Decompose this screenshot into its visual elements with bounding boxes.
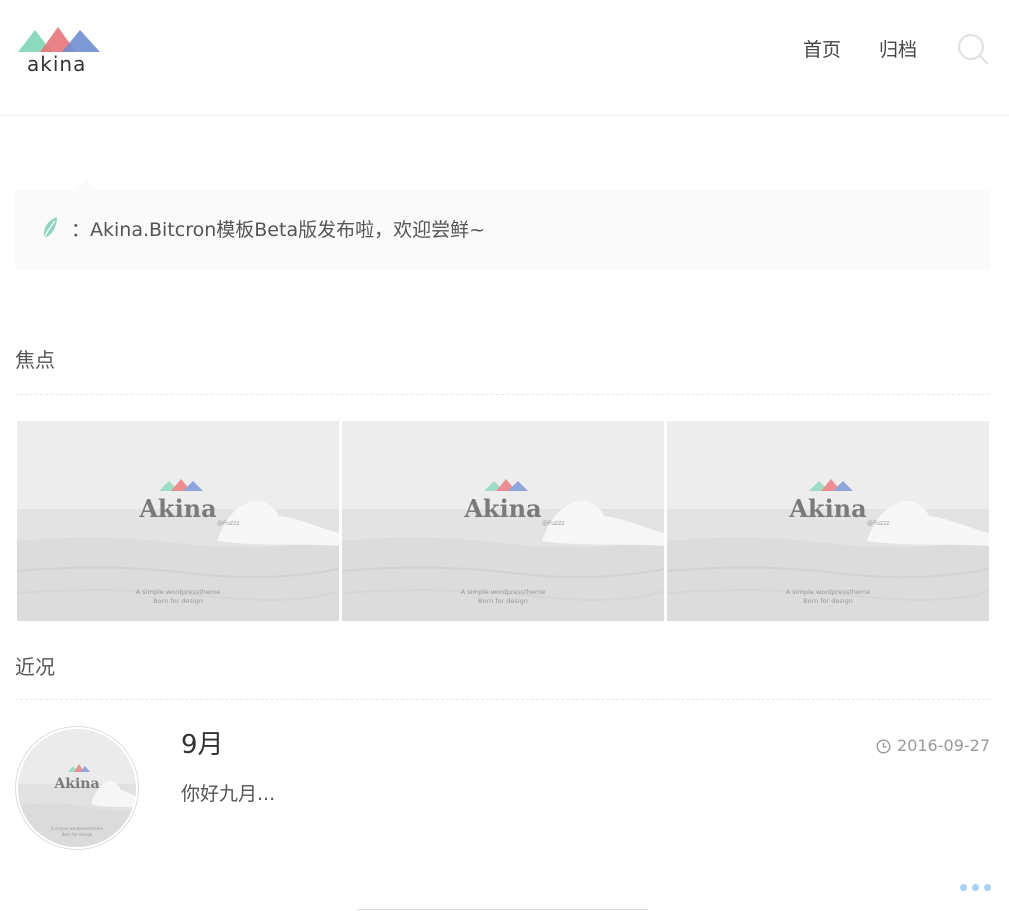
focus-image: Akina @Fuzzz A simple wordpresstheme Bor…	[667, 421, 989, 621]
focus-card-line2: Born for design	[153, 597, 203, 605]
focus-card[interactable]: Akina @Fuzzz A simple wordpresstheme Bor…	[17, 421, 339, 621]
focus-card-line1: A simple wordpresstheme	[461, 588, 545, 596]
dot	[984, 884, 991, 891]
feather-icon	[42, 217, 57, 242]
focus-image: Akina @Fuzzz A simple wordpresstheme Bor…	[17, 421, 339, 621]
focus-divider	[15, 394, 990, 395]
focus-card-line2: Born for design	[478, 597, 528, 605]
focus-card-line1: A simple wordpresstheme	[786, 588, 870, 596]
dot	[960, 884, 967, 891]
focus-gallery: Akina @Fuzzz A simple wordpresstheme Bor…	[17, 421, 989, 621]
focus-card-handle: @Fuzzz	[867, 520, 889, 527]
search-icon[interactable]	[957, 33, 989, 65]
nav-archive[interactable]: 归档	[879, 38, 917, 62]
main-nav: 首页 归档	[803, 38, 917, 62]
nav-home[interactable]: 首页	[803, 38, 841, 62]
thumb-line1: A simple wordpresstheme	[51, 826, 104, 831]
thumb-title: Akina	[53, 776, 99, 792]
focus-card[interactable]: Akina @Fuzzz A simple wordpresstheme Bor…	[342, 421, 664, 621]
focus-card-title: Akina	[788, 494, 866, 523]
dot	[972, 884, 979, 891]
notice-arrow	[76, 180, 96, 190]
notice-bar: ：Akina.Bitcron模板Beta版发布啦，欢迎尝鲜~	[15, 190, 990, 270]
focus-image: Akina @Fuzzz A simple wordpresstheme Bor…	[342, 421, 664, 621]
notice-text: ：Akina.Bitcron模板Beta版发布啦，欢迎尝鲜~	[71, 219, 486, 241]
focus-card[interactable]: Akina @Fuzzz A simple wordpresstheme Bor…	[667, 421, 989, 621]
site-logo[interactable]: akina	[18, 26, 102, 78]
clock-icon	[876, 738, 891, 754]
focus-card-title: Akina	[138, 494, 216, 523]
focus-card-handle: @Fuzzz	[217, 520, 239, 527]
thumb-line2: Born for design	[62, 832, 93, 837]
recent-divider	[15, 699, 990, 700]
post-thumbnail[interactable]: Akina A simple wordpresstheme Born for d…	[15, 726, 139, 850]
site-header: akina 首页 归档	[0, 0, 1009, 116]
logo-text: akina	[27, 52, 87, 76]
bottom-divider	[357, 909, 648, 910]
post-date-text: 2016-09-27	[897, 736, 990, 755]
more-dots-icon[interactable]	[960, 884, 991, 891]
focus-card-line1: A simple wordpresstheme	[136, 588, 220, 596]
post-date: 2016-09-27	[876, 736, 990, 756]
recent-section-title: 近况	[15, 655, 55, 679]
focus-card-title: Akina	[463, 494, 541, 523]
focus-section-title: 焦点	[15, 348, 55, 372]
focus-card-line2: Born for design	[803, 597, 853, 605]
post-excerpt: 你好九月...	[181, 783, 276, 805]
post-title[interactable]: 9月	[181, 730, 224, 760]
focus-card-handle: @Fuzzz	[542, 520, 564, 527]
